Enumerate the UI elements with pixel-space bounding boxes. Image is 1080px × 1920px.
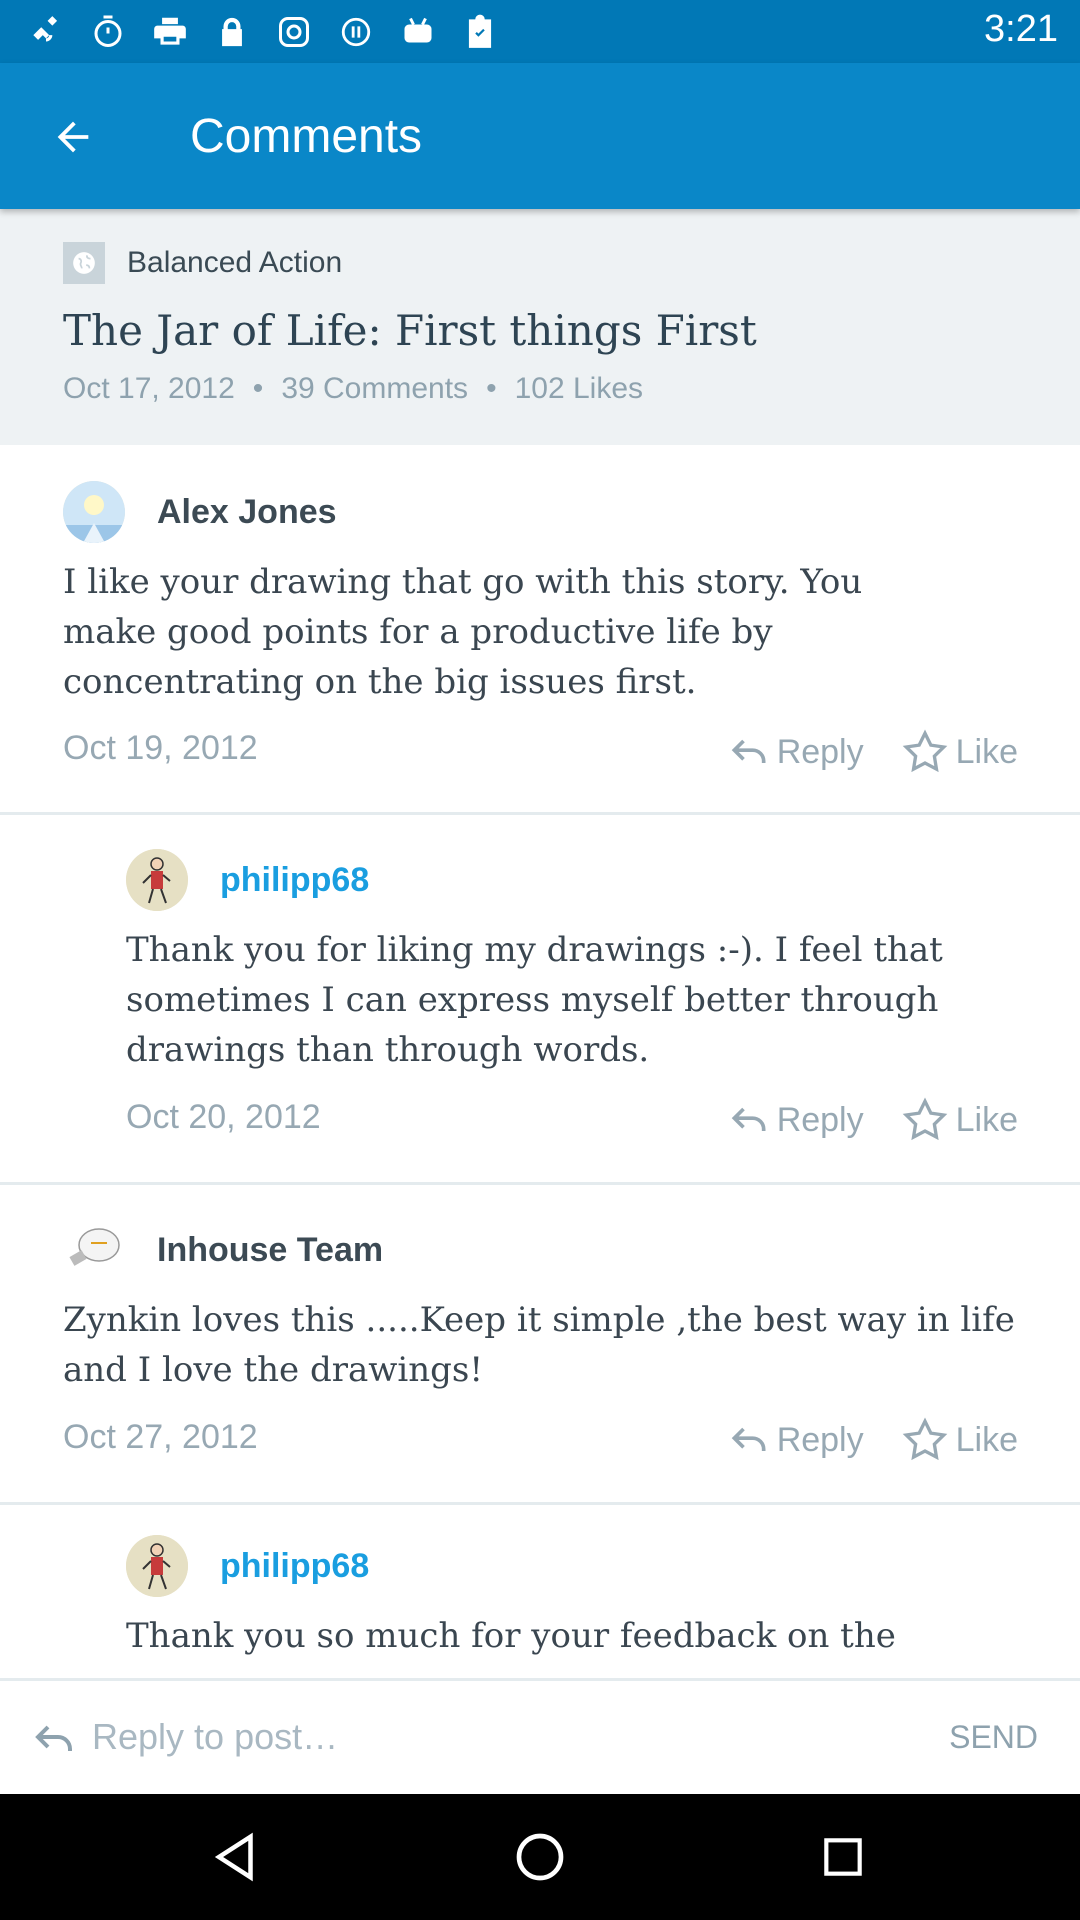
avatar[interactable] — [126, 1535, 188, 1597]
comment-date: Oct 27, 2012 — [63, 1418, 258, 1456]
reply-input[interactable] — [92, 1707, 912, 1767]
reply-icon — [35, 1725, 72, 1751]
lock-icon — [210, 10, 254, 54]
globe-icon — [63, 242, 105, 284]
comment-text: I like your drawing that go with this st… — [63, 562, 863, 702]
nav-home-button[interactable] — [505, 1822, 575, 1892]
square-recents-icon — [824, 1838, 862, 1876]
comment-author[interactable]: Inhouse Team — [157, 1231, 383, 1270]
comment-item: philipp68 Thank you for liking my drawin… — [0, 815, 1080, 1185]
site-name: Balanced Action — [127, 246, 343, 279]
avatar[interactable] — [63, 481, 125, 543]
reply-icon — [731, 739, 766, 763]
circle-home-icon — [516, 1833, 564, 1881]
stopwatch-icon — [86, 10, 130, 54]
reply-icon — [731, 1427, 766, 1451]
page-title: Comments — [190, 110, 423, 163]
post-header[interactable]: Balanced Action The Jar of Life: First t… — [0, 209, 1080, 445]
instagram-icon — [272, 10, 316, 54]
comment-actions: Reply Like — [727, 727, 1018, 777]
back-button[interactable] — [38, 107, 108, 167]
reply-icon — [731, 1107, 766, 1131]
reply-button[interactable]: Reply — [727, 1418, 864, 1462]
comment-header: Alex Jones — [63, 481, 337, 543]
status-time: 3:21 — [984, 8, 1058, 50]
comment-date: Oct 19, 2012 — [63, 729, 258, 767]
avatar[interactable] — [63, 1219, 125, 1281]
comment-item: Alex Jones I like your drawing that go w… — [0, 445, 1080, 815]
post-date: Oct 17, 2012 — [63, 372, 235, 405]
comment-author[interactable]: philipp68 — [220, 1547, 369, 1586]
comment-text: Thank you for liking my drawings :-). I … — [126, 930, 943, 1070]
post-meta: Oct 17, 2012 • 39 Comments • 102 Likes — [63, 372, 643, 406]
comment-author[interactable]: Alex Jones — [157, 493, 337, 532]
star-icon — [902, 729, 947, 773]
navigation-bar — [0, 1794, 1080, 1920]
comments-count: 39 Comments — [281, 372, 469, 405]
avatar[interactable] — [126, 849, 188, 911]
comment-author[interactable]: philipp68 — [220, 861, 369, 900]
comment-header: philipp68 — [126, 849, 369, 911]
site-row[interactable]: Balanced Action — [63, 242, 342, 284]
comment-text: Zynkin loves this .....Keep it simple ,t… — [63, 1300, 1015, 1390]
reply-button[interactable]: Reply — [727, 1098, 864, 1142]
printer-icon — [148, 10, 192, 54]
meta-separator: • — [486, 372, 497, 405]
send-button[interactable]: SEND — [949, 1719, 1038, 1756]
nav-back-button[interactable] — [202, 1822, 272, 1892]
comment-item: Inhouse Team Zynkin loves this .....Keep… — [0, 1185, 1080, 1505]
robot-icon — [396, 10, 440, 54]
comment-text: Thank you so much for your feedback on t… — [126, 1616, 896, 1656]
arrow-back-icon — [57, 121, 89, 153]
meta-separator: • — [252, 372, 264, 405]
star-icon — [902, 1417, 947, 1461]
like-button[interactable]: Like — [900, 1415, 1018, 1465]
reply-button[interactable]: Reply — [727, 730, 864, 774]
nav-recents-button[interactable] — [808, 1822, 878, 1892]
comment-item: philipp68 Thank you so much for your fee… — [0, 1505, 1080, 1678]
likes-count: 102 Likes — [514, 372, 644, 405]
triangle-back-icon — [214, 1832, 253, 1882]
comment-header: Inhouse Team — [63, 1219, 383, 1281]
notification-icons — [24, 10, 502, 54]
star-icon — [902, 1097, 947, 1141]
satellite-icon — [24, 10, 68, 54]
comment-date: Oct 20, 2012 — [126, 1098, 321, 1136]
clipboard-check-icon — [458, 10, 502, 54]
post-title: The Jar of Life: First things First — [63, 306, 757, 355]
comments-list[interactable]: Alex Jones I like your drawing that go w… — [0, 445, 1080, 1678]
info-icon — [334, 10, 378, 54]
like-button[interactable]: Like — [900, 1095, 1018, 1145]
status-bar: 3:21 — [0, 0, 1080, 63]
app-bar: Comments — [0, 63, 1080, 209]
comment-header: philipp68 — [126, 1535, 369, 1597]
reply-bar: SEND — [0, 1678, 1080, 1794]
comment-actions: Reply Like — [727, 1095, 1018, 1145]
comment-actions: Reply Like — [727, 1415, 1018, 1465]
like-button[interactable]: Like — [900, 727, 1018, 777]
